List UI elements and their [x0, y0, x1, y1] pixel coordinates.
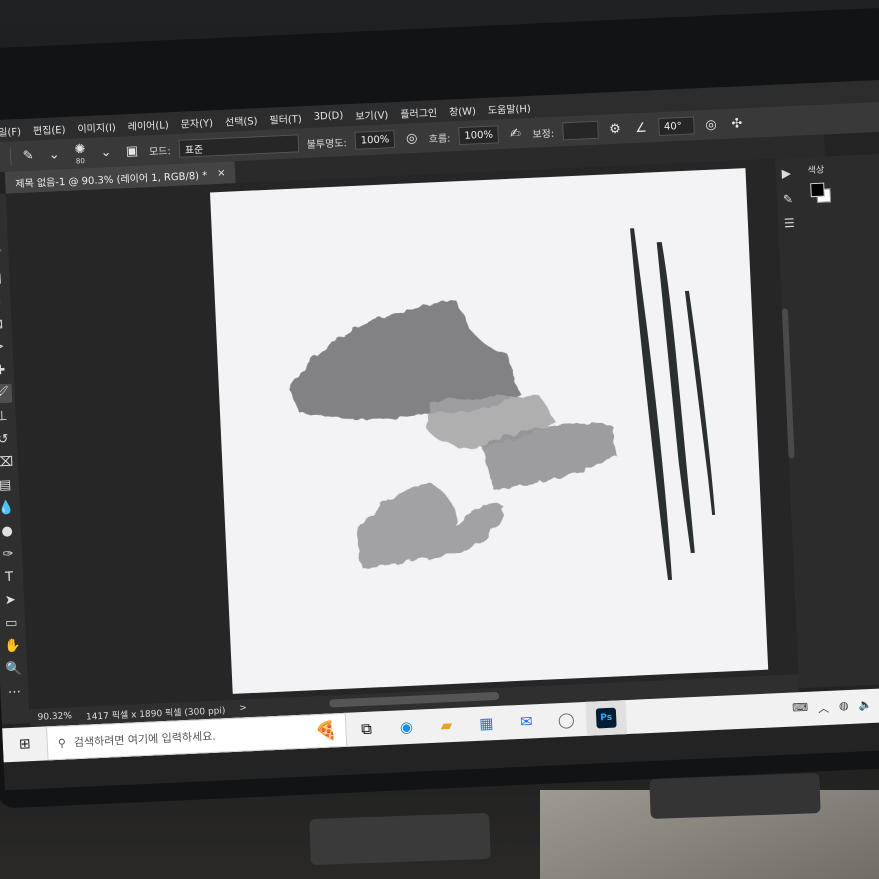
opacity-field[interactable]: 100%	[354, 130, 396, 150]
system-tray: ⌨ ︿ ◍ 🔈 ◠	[792, 695, 879, 717]
pen-tool-icon[interactable]: ✑	[0, 544, 20, 564]
mode-value: 표준	[184, 144, 204, 157]
canvas-artwork	[288, 228, 716, 581]
photoshop-window: 파일(F) 편집(E) 이미지(I) 레이어(L) 문자(Y) 선택(S) 필터…	[0, 78, 879, 791]
tray-chevron-up-icon[interactable]: ︿	[818, 700, 830, 716]
menu-file[interactable]: 파일(F)	[0, 122, 21, 138]
menu-select[interactable]: 선택(S)	[225, 112, 258, 128]
line-stroke-3	[684, 290, 716, 515]
path-select-tool-icon[interactable]: ➤	[0, 590, 22, 610]
eraser-tool-icon[interactable]: ⌫	[0, 453, 15, 473]
move-tool-icon[interactable]: ✥	[0, 200, 4, 220]
edge-browser-icon[interactable]: ◉	[386, 709, 428, 745]
drawing-canvas[interactable]	[209, 168, 769, 694]
menu-edit[interactable]: 편집(E)	[33, 120, 66, 136]
monitor-bezel: 파일(F) 편집(E) 이미지(I) 레이어(L) 문자(Y) 선택(S) 필터…	[0, 7, 879, 809]
history-panel-icon[interactable]: ▶	[781, 166, 791, 180]
search-highlight-pizza-icon[interactable]: 🍕	[315, 720, 338, 742]
close-tab-button[interactable]: ×	[217, 167, 226, 178]
history-brush-tool-icon[interactable]: ↺	[0, 430, 14, 450]
object-select-tool-icon[interactable]: ▨	[0, 269, 7, 289]
menu-3d[interactable]: 3D(D)	[313, 110, 343, 122]
menu-plugins[interactable]: 플러그인	[400, 104, 437, 121]
network-icon[interactable]: ◍	[839, 699, 849, 715]
volume-icon[interactable]: 🔈	[858, 698, 872, 715]
menu-type[interactable]: 문자(Y)	[180, 114, 213, 130]
menu-help[interactable]: 도움말(H)	[487, 99, 531, 116]
photoshop-taskbar-button[interactable]: Ps	[585, 700, 627, 736]
more-tools-icon[interactable]: ⋯	[3, 682, 26, 702]
brush-panel-icon[interactable]: ✎	[783, 192, 794, 206]
foreground-color-swatch[interactable]	[810, 182, 825, 198]
zoom-level[interactable]: 90.32%	[37, 711, 72, 723]
opacity-label: 불투명도:	[306, 137, 348, 151]
file-explorer-icon[interactable]: ▰	[426, 707, 468, 743]
menu-window[interactable]: 창(W)	[449, 102, 476, 118]
symmetry-icon[interactable]: ✣	[728, 116, 747, 132]
dodge-tool-icon[interactable]: ●	[0, 522, 19, 542]
angle-icon: ∠	[634, 120, 648, 136]
frame-tool-icon[interactable]: ⊠	[0, 315, 9, 335]
mode-select[interactable]: 표준	[178, 134, 300, 158]
brush-tip-icon: ✺	[74, 141, 86, 158]
mail-icon[interactable]: ✉	[506, 704, 548, 740]
gear-icon[interactable]: ⚙	[606, 121, 625, 137]
home-icon[interactable]: ⌂	[0, 149, 2, 165]
blur-tool-icon[interactable]: 💧	[0, 499, 18, 519]
menu-layer[interactable]: 레이어(L)	[127, 116, 169, 133]
monitor-stand-right	[649, 773, 821, 819]
brush-settings-icon[interactable]: ▣	[123, 143, 142, 159]
adjustments-panel-icon[interactable]: ☰	[784, 216, 795, 230]
healing-brush-tool-icon[interactable]: ✚	[0, 361, 11, 381]
pressure-opacity-icon[interactable]: ◎	[402, 130, 421, 146]
marquee-tool-icon[interactable]: ⬚	[0, 223, 5, 243]
airbrush-icon[interactable]: ✍	[506, 126, 525, 142]
smoothing-field[interactable]	[561, 120, 599, 141]
rectangle-tool-icon[interactable]: ▭	[0, 613, 23, 633]
zoom-tool-icon[interactable]: 🔍	[2, 659, 25, 679]
divider	[9, 147, 12, 166]
eyedropper-tool-icon[interactable]: ✒	[0, 338, 10, 358]
opacity-value: 100%	[360, 133, 390, 147]
photo-scene: 파일(F) 편집(E) 이미지(I) 레이어(L) 문자(Y) 선택(S) 필터…	[0, 0, 879, 879]
hand-tool-icon[interactable]: ✋	[1, 636, 24, 656]
photoshop-icon: Ps	[595, 707, 617, 729]
flow-label: 흐름:	[428, 132, 451, 145]
color-panel-label: 색상	[807, 165, 825, 177]
search-placeholder: 검색하려면 여기에 입력하세요.	[73, 729, 217, 750]
menu-view[interactable]: 보기(V)	[355, 106, 389, 122]
type-tool-icon[interactable]: T	[0, 567, 21, 587]
search-icon: ⚲	[57, 736, 67, 750]
clone-stamp-tool-icon[interactable]: ⊥	[0, 407, 13, 427]
windows-logo-icon[interactable]: ⊞	[2, 726, 47, 762]
chevron-down-icon[interactable]: ⌄	[97, 144, 116, 160]
flow-field[interactable]: 100%	[458, 125, 499, 146]
app-circle-icon[interactable]: ◯	[546, 702, 588, 738]
task-view-icon[interactable]: ⧉	[346, 711, 388, 747]
brush-tool-preset-icon[interactable]: ✎	[19, 148, 38, 164]
angle-field[interactable]: 40°	[657, 116, 695, 137]
horizontal-scrollbar[interactable]	[329, 691, 500, 708]
angle-value: 40°	[663, 120, 682, 133]
brush-preset-picker[interactable]: ✺ 80	[71, 141, 90, 165]
microsoft-store-icon[interactable]: ▦	[466, 706, 508, 742]
status-menu-arrow[interactable]: >	[239, 703, 247, 713]
smoothing-label: 보정:	[532, 128, 555, 141]
lasso-tool-icon[interactable]: ➰	[0, 246, 6, 266]
flow-value: 100%	[464, 129, 494, 142]
monitor-stand-left	[309, 812, 491, 866]
mode-label: 모드:	[148, 145, 172, 158]
keyboard-layout-icon[interactable]: ⌨	[792, 701, 809, 718]
pressure-size-icon[interactable]: ◎	[702, 117, 721, 133]
chevron-down-icon[interactable]: ⌄	[45, 147, 64, 163]
crop-tool-icon[interactable]: ⌗	[0, 292, 8, 312]
brush-tool-icon[interactable]: 🖌	[0, 383, 13, 404]
menu-filter[interactable]: 필터(T)	[269, 110, 302, 126]
brush-size-value: 80	[75, 156, 86, 165]
lower-brush-stroke	[355, 484, 505, 568]
document-workspace	[5, 158, 799, 710]
menu-image[interactable]: 이미지(I)	[77, 118, 116, 135]
gradient-tool-icon[interactable]: ▤	[0, 476, 16, 496]
